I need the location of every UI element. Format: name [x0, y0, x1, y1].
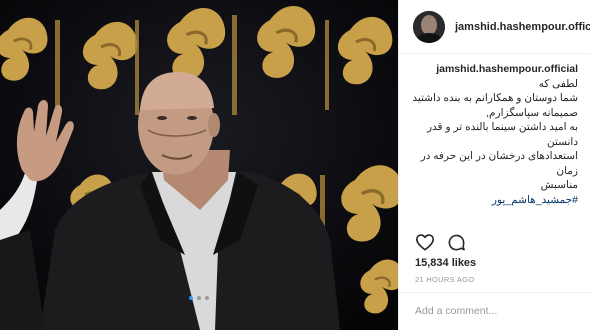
- comment-input[interactable]: Add a comment...: [399, 292, 590, 330]
- caption-line: لطفی که: [538, 77, 578, 90]
- post-actions: [415, 233, 466, 252]
- post-header: jamshid.hashempour.official: [399, 0, 590, 54]
- avatar[interactable]: [413, 10, 445, 43]
- post-sidebar: jamshid.hashempour.official jamshid.hash…: [398, 0, 590, 330]
- caption-line: به امید داشتن سینما بالنده تر و قدر دانس…: [426, 121, 578, 148]
- caption-hashtag[interactable]: #جمشید_هاشم_پور: [408, 193, 578, 208]
- caption-line: شما دوستان و همکارانم به بنده داشتید: [412, 92, 578, 104]
- carousel-dot[interactable]: [205, 296, 209, 300]
- caption-line: صمیمانه سپاسگزارم,: [486, 106, 578, 119]
- carousel-dot[interactable]: [189, 296, 193, 300]
- avatar-image: [413, 10, 445, 43]
- post-timestamp[interactable]: 21 HOURS AGO: [415, 275, 474, 284]
- carousel-dots[interactable]: [0, 296, 398, 300]
- carousel-dot[interactable]: [197, 296, 201, 300]
- heart-icon[interactable]: [415, 233, 435, 252]
- photo-illustration: [0, 0, 398, 330]
- caption-line: استعدادهای درخشان در این حرفه در زمان: [420, 150, 578, 177]
- like-count[interactable]: 15,834 likes: [415, 257, 476, 269]
- caption-line: مناسبش: [540, 179, 578, 191]
- caption-username[interactable]: jamshid.hashempour.official: [436, 63, 578, 75]
- post-photo[interactable]: [0, 0, 398, 330]
- header-username[interactable]: jamshid.hashempour.official: [455, 21, 590, 33]
- comment-bubble-icon[interactable]: [447, 233, 466, 252]
- post-caption: jamshid.hashempour.official لطفی که شما …: [408, 62, 578, 207]
